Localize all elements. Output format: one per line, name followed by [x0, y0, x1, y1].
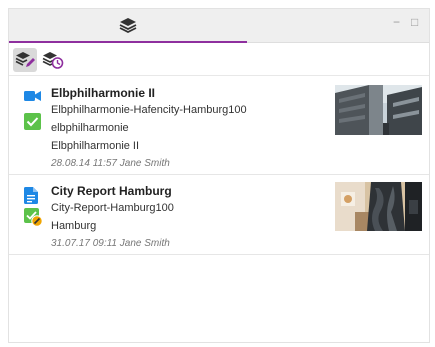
item-meta: 31.07.17 09:11 Jane Smith — [51, 238, 170, 249]
maximize-button[interactable]: □ — [411, 16, 418, 28]
item-title[interactable]: Elbphilharmonie II — [51, 86, 155, 100]
item-keyword: elbphilharmonie — [51, 122, 129, 134]
video-icon — [24, 91, 41, 101]
panel-tab-bar: − □ — [9, 9, 429, 43]
item-filename: Elbphilharmonie-Hafencity-Hamburg100 — [51, 104, 247, 116]
tab-layers[interactable] — [9, 9, 247, 43]
checked-pending-icon[interactable] — [24, 208, 43, 227]
item-filename: City-Report-Hamburg100 — [51, 202, 174, 214]
edit-layers-button[interactable] — [13, 48, 37, 72]
layers-panel: − □ Elbphilharmonie II Elbphilharmonie-H… — [8, 8, 430, 343]
sculpture-photo[interactable] — [335, 182, 422, 231]
layers-edit-icon — [15, 52, 35, 67]
layer-list: Elbphilharmonie II Elbphilharmonie-Hafen… — [9, 77, 429, 255]
list-item[interactable]: City Report Hamburg City-Report-Hamburg1… — [9, 175, 429, 255]
toolbar — [9, 44, 429, 76]
item-keyword: Hamburg — [51, 220, 97, 232]
list-item[interactable]: Elbphilharmonie II Elbphilharmonie-Hafen… — [9, 77, 429, 175]
checked-icon[interactable] — [24, 113, 41, 130]
layers-history-icon — [42, 52, 64, 69]
item-description: Elbphilharmonie II — [51, 140, 140, 152]
building-photo[interactable] — [335, 85, 422, 135]
layers-history-button[interactable] — [41, 48, 65, 72]
document-icon — [24, 187, 38, 204]
layers-icon — [119, 18, 137, 33]
minimize-button[interactable]: − — [393, 16, 400, 28]
item-title[interactable]: City Report Hamburg — [51, 184, 172, 198]
item-meta: 28.08.14 11:57 Jane Smith — [51, 158, 170, 169]
